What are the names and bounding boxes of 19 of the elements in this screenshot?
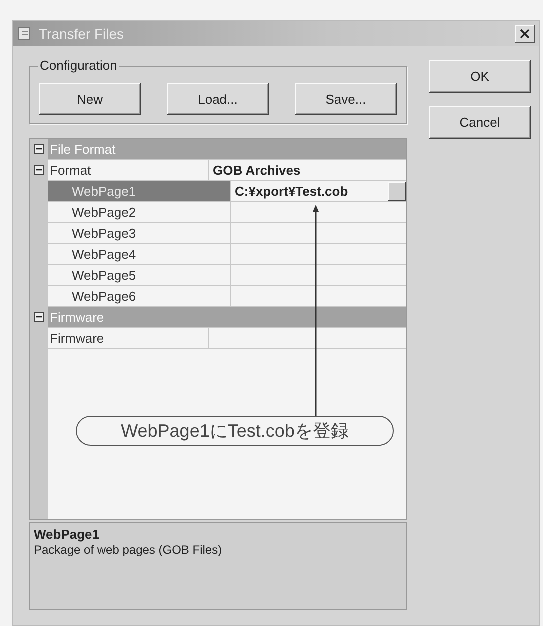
new-button[interactable]: New [39,83,141,115]
cancel-button[interactable]: Cancel [429,106,531,139]
window-title: Transfer Files [39,26,124,42]
ok-button[interactable]: OK [429,60,531,93]
group-label: Configuration [38,58,120,73]
load-button[interactable]: Load... [167,83,269,115]
annotation-callout: WebPage1にTest.cobを登録 [76,416,394,446]
browse-button[interactable] [388,182,406,200]
close-icon [520,28,530,38]
description-text: Package of web pages (GOB Files) [34,543,224,557]
description-title: WebPage1 [34,527,101,542]
property-value[interactable]: GOB Archives [213,162,301,178]
collapse-icon[interactable] [34,165,44,175]
collapse-icon[interactable] [34,144,44,154]
app-icon [17,26,33,42]
save-button[interactable]: Save... [295,83,397,115]
collapse-icon[interactable] [34,312,44,322]
property-value[interactable]: C:¥xport¥Test.cob [235,184,348,198]
close-button[interactable] [515,24,535,42]
